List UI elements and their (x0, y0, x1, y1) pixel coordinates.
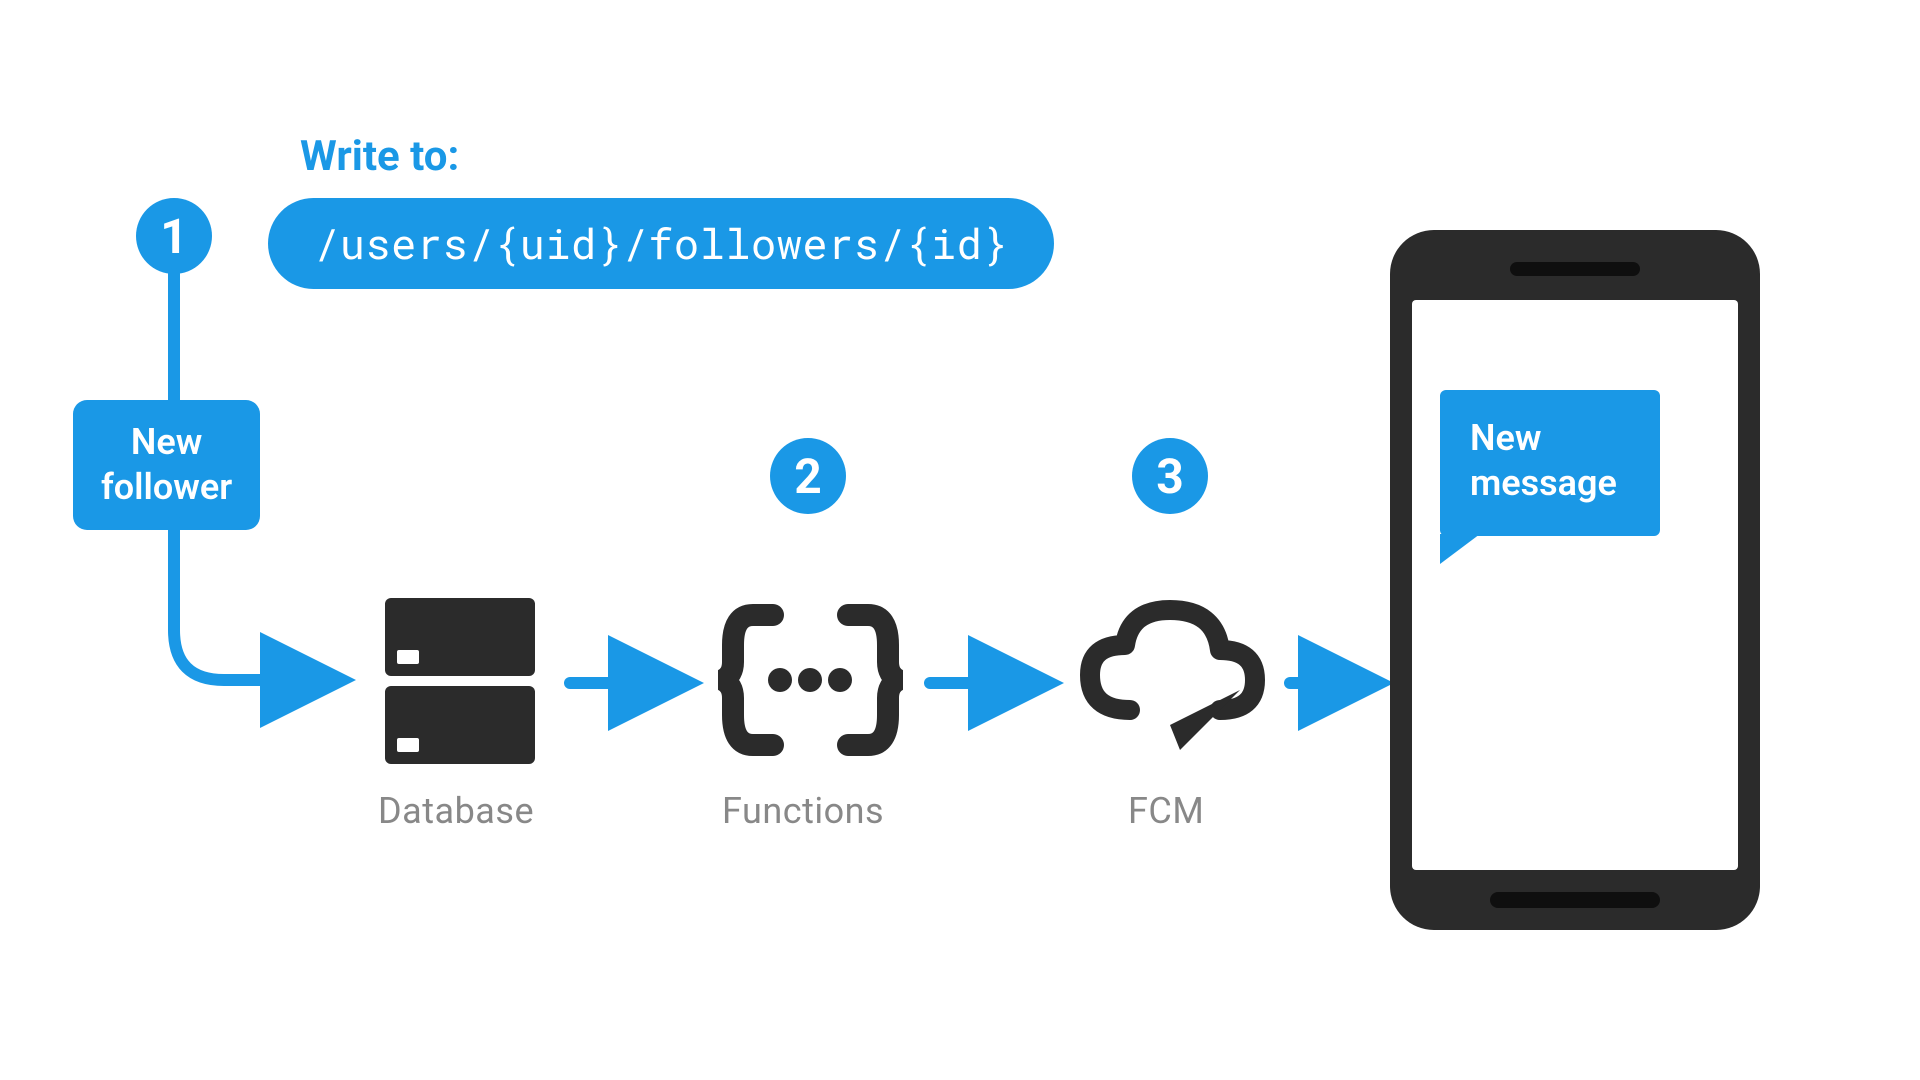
new-follower-line2: follower (101, 465, 232, 510)
arrow-fcm-to-phone (1290, 668, 1390, 698)
step-3-badge: 3 (1132, 438, 1208, 514)
phone-screen: New message (1412, 300, 1738, 870)
bubble-line2: message (1470, 461, 1630, 506)
notification-bubble: New message (1440, 390, 1660, 536)
phone-speaker (1510, 262, 1640, 276)
phone-home-bar (1490, 892, 1660, 908)
functions-label: Functions (722, 790, 884, 832)
arrow-db-to-func (570, 668, 700, 698)
connector-line (168, 274, 180, 400)
functions-icon (718, 590, 903, 774)
new-follower-card: New follower (73, 400, 260, 530)
step-2-badge: 2 (770, 438, 846, 514)
fcm-icon (1070, 590, 1270, 774)
db-path-pill: /users/{uid}/followers/{id} (268, 198, 1054, 289)
fcm-label: FCM (1128, 790, 1204, 832)
database-icon (375, 588, 545, 772)
write-to-label: Write to: (300, 132, 459, 181)
new-follower-line1: New (101, 420, 232, 465)
bubble-line1: New (1470, 416, 1630, 461)
arrow-func-to-fcm (930, 668, 1060, 698)
phone-device: New message (1390, 230, 1760, 930)
arrow-follower-to-db (162, 520, 352, 720)
database-label: Database (378, 790, 534, 832)
step-1-badge: 1 (136, 198, 212, 274)
